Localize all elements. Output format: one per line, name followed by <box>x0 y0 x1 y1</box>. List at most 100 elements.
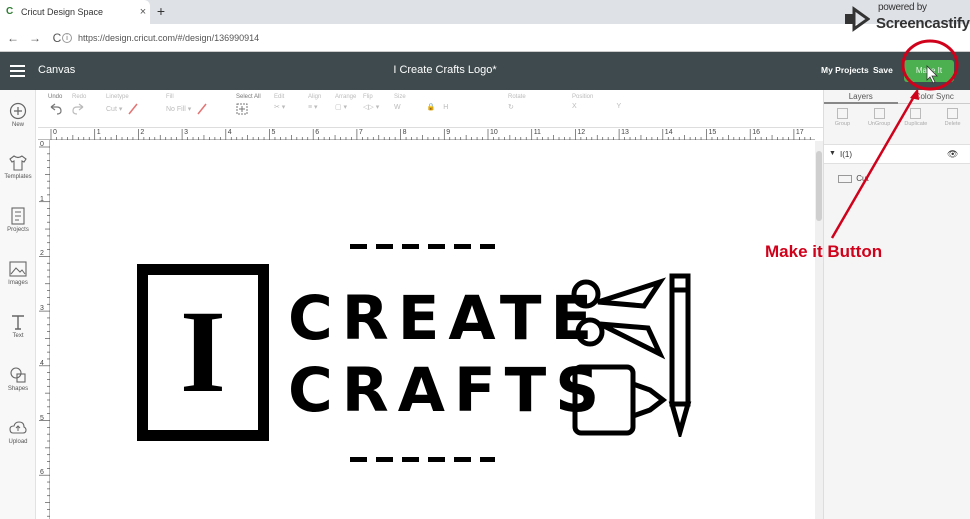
url-field[interactable]: i https://design.cricut.com/#/design/136… <box>62 29 822 47</box>
hamburger-menu-icon[interactable] <box>10 65 25 77</box>
layer-group-row[interactable]: ▼ I(1) 👁 <box>824 144 970 164</box>
craft-tools-icon[interactable] <box>568 272 694 437</box>
text-icon <box>12 315 24 330</box>
sidebar-item-new[interactable]: New <box>0 102 36 128</box>
flip-icon[interactable]: ◁▷ ▾ <box>363 103 379 111</box>
powered-by-text: powered by <box>878 2 927 13</box>
arrange-group[interactable]: Arrange ▢ ▾ <box>335 94 356 111</box>
size-w-field[interactable]: W <box>394 104 401 111</box>
rotate-label: Rotate <box>508 94 526 100</box>
logo-word-crafts[interactable]: CRAFTS <box>288 355 608 427</box>
ruler-number: 12 <box>577 129 586 136</box>
ruler-number: 1 <box>40 195 44 203</box>
sidebar-item-projects[interactable]: Projects <box>0 207 36 233</box>
undo-icon[interactable] <box>48 103 62 117</box>
ungroup-button[interactable]: UnGroup <box>861 106 898 136</box>
new-tab-button[interactable]: + <box>153 3 169 19</box>
delete-button[interactable]: Delete <box>934 106 970 136</box>
ruler-number: 1 <box>96 129 101 136</box>
save-button[interactable]: Save <box>873 65 893 75</box>
sidebar-item-shapes[interactable]: Shapes <box>0 366 36 392</box>
edit-group[interactable]: Edit ✂ ▾ <box>274 94 285 111</box>
layer-name: Cut <box>856 174 869 183</box>
fill-value: No Fill <box>166 105 186 113</box>
redo-group[interactable]: Redo <box>72 94 86 117</box>
align-icon[interactable]: ≡ ▾ <box>308 103 321 111</box>
align-group[interactable]: Align ≡ ▾ <box>308 94 321 111</box>
scrollbar-thumb[interactable] <box>816 151 822 221</box>
select-all-icon[interactable] <box>236 103 261 117</box>
fill-color-icon[interactable] <box>197 103 207 115</box>
undo-label: Undo <box>48 94 63 100</box>
fill-select[interactable]: No Fill ▾ <box>166 103 207 115</box>
tab-layers[interactable]: Layers <box>824 90 898 104</box>
position-group[interactable]: Position X Y <box>572 94 621 110</box>
bottom-dash-line[interactable] <box>350 457 495 462</box>
sidebar-item-upload[interactable]: Upload <box>0 419 36 445</box>
tshirt-icon <box>9 155 27 171</box>
top-dash-line[interactable] <box>350 244 495 249</box>
size-lock-icon[interactable]: 🔒 <box>427 104 436 111</box>
shapes-icon <box>10 367 26 383</box>
edit-scissors-icon[interactable]: ✂ ▾ <box>274 103 285 111</box>
screencastify-brand: Screencastify <box>876 15 970 32</box>
site-info-icon[interactable]: i <box>62 33 72 43</box>
ruler-number: 16 <box>752 129 760 136</box>
browser-tab[interactable]: C Cricut Design Space × <box>0 0 150 24</box>
layers-panel: Layers Color Sync Group UnGroup Duplicat… <box>823 90 970 519</box>
edit-toolbar: Undo Redo Linetype Cut ▾ Fill No Fill ▾ … <box>38 90 823 128</box>
linetype-color-icon[interactable] <box>128 103 138 115</box>
ruler-number: 14 <box>664 129 673 136</box>
flip-group[interactable]: Flip ◁▷ ▾ <box>363 94 379 111</box>
ruler-number: 15 <box>708 129 717 136</box>
ruler-number: 0 <box>53 129 57 136</box>
layer-item[interactable]: Cut <box>838 174 869 183</box>
undo-group[interactable]: Undo <box>48 94 62 117</box>
sidebar-item-images[interactable]: Images <box>0 260 36 286</box>
ruler-number: 2 <box>40 250 44 258</box>
linetype-group[interactable]: Linetype Cut ▾ <box>106 94 138 115</box>
group-button[interactable]: Group <box>824 106 861 136</box>
ruler-number: 11 <box>533 129 541 136</box>
make-it-button[interactable]: Make It <box>904 60 954 82</box>
duplicate-button[interactable]: Duplicate <box>898 106 935 136</box>
rotate-group[interactable]: Rotate ↻ <box>508 94 526 111</box>
ruler-number: 4 <box>40 359 44 367</box>
linetype-select[interactable]: Cut ▾ <box>106 103 138 115</box>
position-y-field[interactable]: Y <box>616 103 621 110</box>
edit-label: Edit <box>274 94 285 100</box>
my-projects-button[interactable]: My Projects <box>821 65 869 75</box>
size-group[interactable]: Size W 🔒 H <box>394 94 448 111</box>
size-h-field[interactable]: H <box>443 104 448 111</box>
align-label: Align <box>308 94 322 100</box>
ruler-number: 5 <box>40 414 44 422</box>
forward-button[interactable]: → <box>26 31 44 45</box>
ruler-number: 5 <box>271 129 276 136</box>
logo-word-create[interactable]: CREATE <box>288 283 601 355</box>
ruler-number: 3 <box>184 129 188 136</box>
logo-letter-box[interactable]: I <box>137 264 269 441</box>
select-all-group[interactable]: Select All <box>236 94 261 117</box>
fill-label: Fill <box>166 94 174 100</box>
duplicate-icon <box>910 108 922 119</box>
flip-label: Flip <box>363 94 373 100</box>
position-x-field[interactable]: X <box>572 103 577 110</box>
arrange-icon[interactable]: ▢ ▾ <box>335 103 356 111</box>
horizontal-ruler-ticks <box>50 129 811 140</box>
canvas-scrollbar[interactable] <box>815 141 823 519</box>
back-button[interactable]: ← <box>4 31 22 45</box>
browser-tabstrip: C Cricut Design Space × + <box>0 0 970 24</box>
eye-icon[interactable]: 👁 <box>947 149 958 160</box>
fill-group[interactable]: Fill No Fill ▾ <box>166 94 207 115</box>
redo-icon[interactable] <box>72 103 86 117</box>
sidebar-item-text[interactable]: Text <box>0 313 36 339</box>
rotate-icon[interactable]: ↻ <box>508 103 526 111</box>
projects-icon <box>11 207 25 225</box>
tab-close-icon[interactable]: × <box>136 6 150 18</box>
tab-color-sync[interactable]: Color Sync <box>897 90 970 104</box>
sidebar-item-templates[interactable]: Templates <box>0 154 36 180</box>
trash-icon <box>947 108 959 119</box>
ruler-number: 9 <box>446 129 451 136</box>
expand-arrow-icon[interactable]: ▼ <box>829 150 836 157</box>
app-header: Canvas I Create Crafts Logo* My Projects… <box>0 52 970 90</box>
